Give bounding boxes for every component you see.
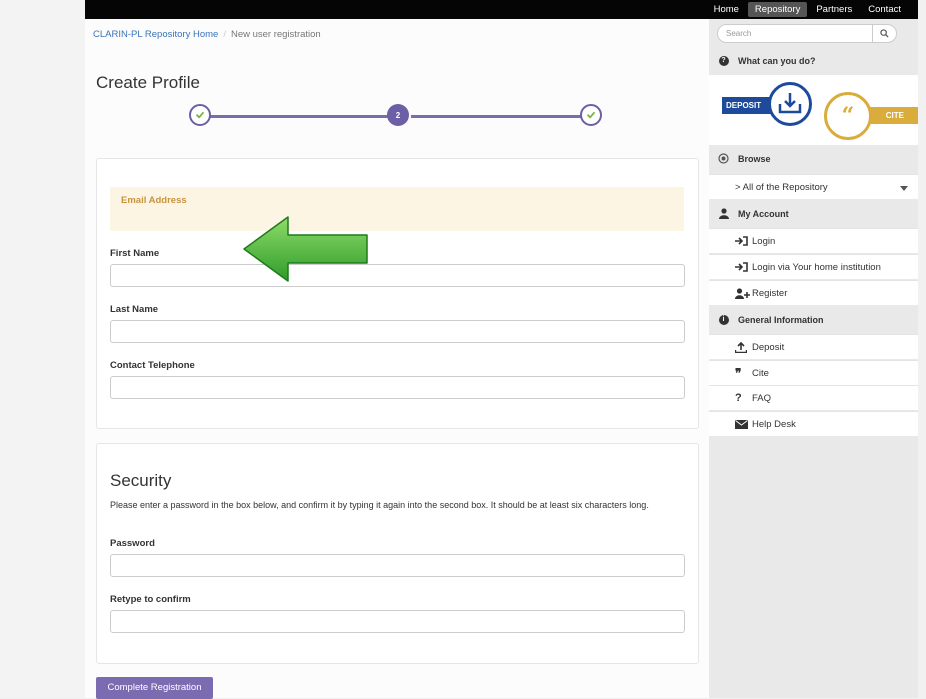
last-name-input[interactable] (110, 320, 685, 343)
what-can-you-do-label: What can you do? (738, 55, 816, 66)
what-can-you-do-logos: DEPOSIT CITE “ (709, 75, 918, 145)
add-user-icon (735, 287, 750, 299)
quote-icon: ❞ (735, 366, 742, 380)
password-label: Password (110, 538, 155, 549)
step-1-done (189, 104, 211, 126)
security-title: Security (110, 471, 172, 490)
stepper-line (209, 115, 397, 118)
step-2-current: 2 (387, 104, 409, 126)
retype-password-input[interactable] (110, 610, 685, 633)
upload-icon (735, 341, 747, 353)
deposit-tray-icon[interactable] (768, 82, 812, 126)
profile-panel: Email Address First Name Last Name Conta… (96, 158, 699, 429)
contact-telephone-label: Contact Telephone (110, 360, 195, 371)
breadcrumb-home-link[interactable]: CLARIN-PL Repository Home (93, 29, 218, 40)
top-nav: Home Repository Partners Contact (705, 0, 908, 19)
browse-label: Browse (738, 153, 771, 164)
page-content: CLARIN-PL Repository Home / New user regis… (85, 19, 918, 699)
what-can-you-do-header: ? What can you do? (709, 48, 918, 73)
sidebar-item-login[interactable]: Login (709, 228, 918, 253)
search-input[interactable]: Search (726, 29, 751, 38)
all-of-repository-label: > All of the Repository (735, 181, 828, 193)
help-desk-label: Help Desk (752, 418, 796, 430)
envelope-icon (735, 419, 748, 429)
first-name-input[interactable] (110, 264, 685, 287)
question-mark-icon: ? (735, 392, 742, 404)
user-icon (718, 208, 729, 219)
page-title: Create Profile (96, 73, 200, 92)
login-label: Login (752, 235, 776, 247)
search-box: Search (717, 24, 897, 43)
cite-label: Cite (752, 367, 769, 379)
green-arrow-annotation-icon (243, 216, 368, 282)
first-name-label: First Name (110, 248, 160, 259)
search-button[interactable] (872, 24, 896, 43)
retype-password-label: Retype to confirm (110, 594, 191, 605)
info-circle-icon: i (718, 314, 729, 325)
sidebar: Search ? What can you do? DEPOSIT CITE “… (709, 19, 918, 698)
cite-logo[interactable]: CITE (869, 107, 918, 124)
sidebar-item-login-institution[interactable]: Login via Your home institution (709, 254, 918, 279)
left-margin (0, 0, 85, 698)
security-panel: Security Please enter a password in the … (96, 443, 699, 664)
search-icon (880, 29, 889, 38)
nav-contact[interactable]: Contact (861, 2, 908, 17)
sidebar-item-cite[interactable]: ❞ Cite (709, 360, 918, 385)
top-navbar: Home Repository Partners Contact (85, 0, 918, 19)
sidebar-item-faq[interactable]: ? FAQ (709, 385, 918, 410)
register-label: Register (752, 287, 788, 299)
stepper-line (411, 115, 591, 118)
login-institution-label: Login via Your home institution (752, 261, 881, 273)
deposit-label: Deposit (752, 341, 785, 353)
general-information-label: General Information (738, 314, 824, 325)
check-icon (587, 111, 595, 119)
last-name-label: Last Name (110, 304, 159, 315)
contact-telephone-input[interactable] (110, 376, 685, 399)
my-account-label: My Account (738, 208, 789, 219)
nav-repository[interactable]: Repository (747, 2, 808, 17)
cite-quote-icon[interactable]: “ (824, 92, 872, 140)
caret-down-icon (900, 186, 908, 191)
check-icon (196, 111, 204, 119)
breadcrumb-separator: / (223, 29, 226, 40)
question-circle-icon: ? (718, 55, 729, 66)
faq-label: FAQ (752, 392, 772, 404)
login-icon (735, 236, 748, 246)
general-information-header: i General Information (709, 307, 918, 332)
sidebar-item-register[interactable]: Register (709, 280, 918, 305)
login-icon (735, 262, 748, 272)
security-description: Please enter a password in the box below… (110, 500, 649, 510)
password-input[interactable] (110, 554, 685, 577)
email-address-label: Email Address (121, 195, 187, 206)
breadcrumb-current: New user registration (230, 29, 321, 40)
nav-home[interactable]: Home (707, 2, 746, 17)
breadcrumb: CLARIN-PL Repository Home / New user regis… (93, 29, 321, 40)
browse-header: Browse (709, 146, 918, 171)
browse-circle-icon (718, 153, 729, 164)
sidebar-item-all-of-repository[interactable]: > All of the Repository (709, 174, 918, 199)
sidebar-item-help-desk[interactable]: Help Desk (709, 411, 918, 436)
deposit-logo[interactable]: DEPOSIT (722, 97, 772, 114)
sidebar-item-deposit[interactable]: Deposit (709, 334, 918, 359)
nav-partners[interactable]: Partners (809, 2, 859, 17)
my-account-header: My Account (709, 201, 918, 226)
registration-stepper: 2 (189, 104, 605, 130)
complete-registration-button[interactable]: Complete Registration (96, 677, 213, 699)
email-address-alert: Email Address (110, 187, 684, 231)
step-3-done (580, 104, 602, 126)
